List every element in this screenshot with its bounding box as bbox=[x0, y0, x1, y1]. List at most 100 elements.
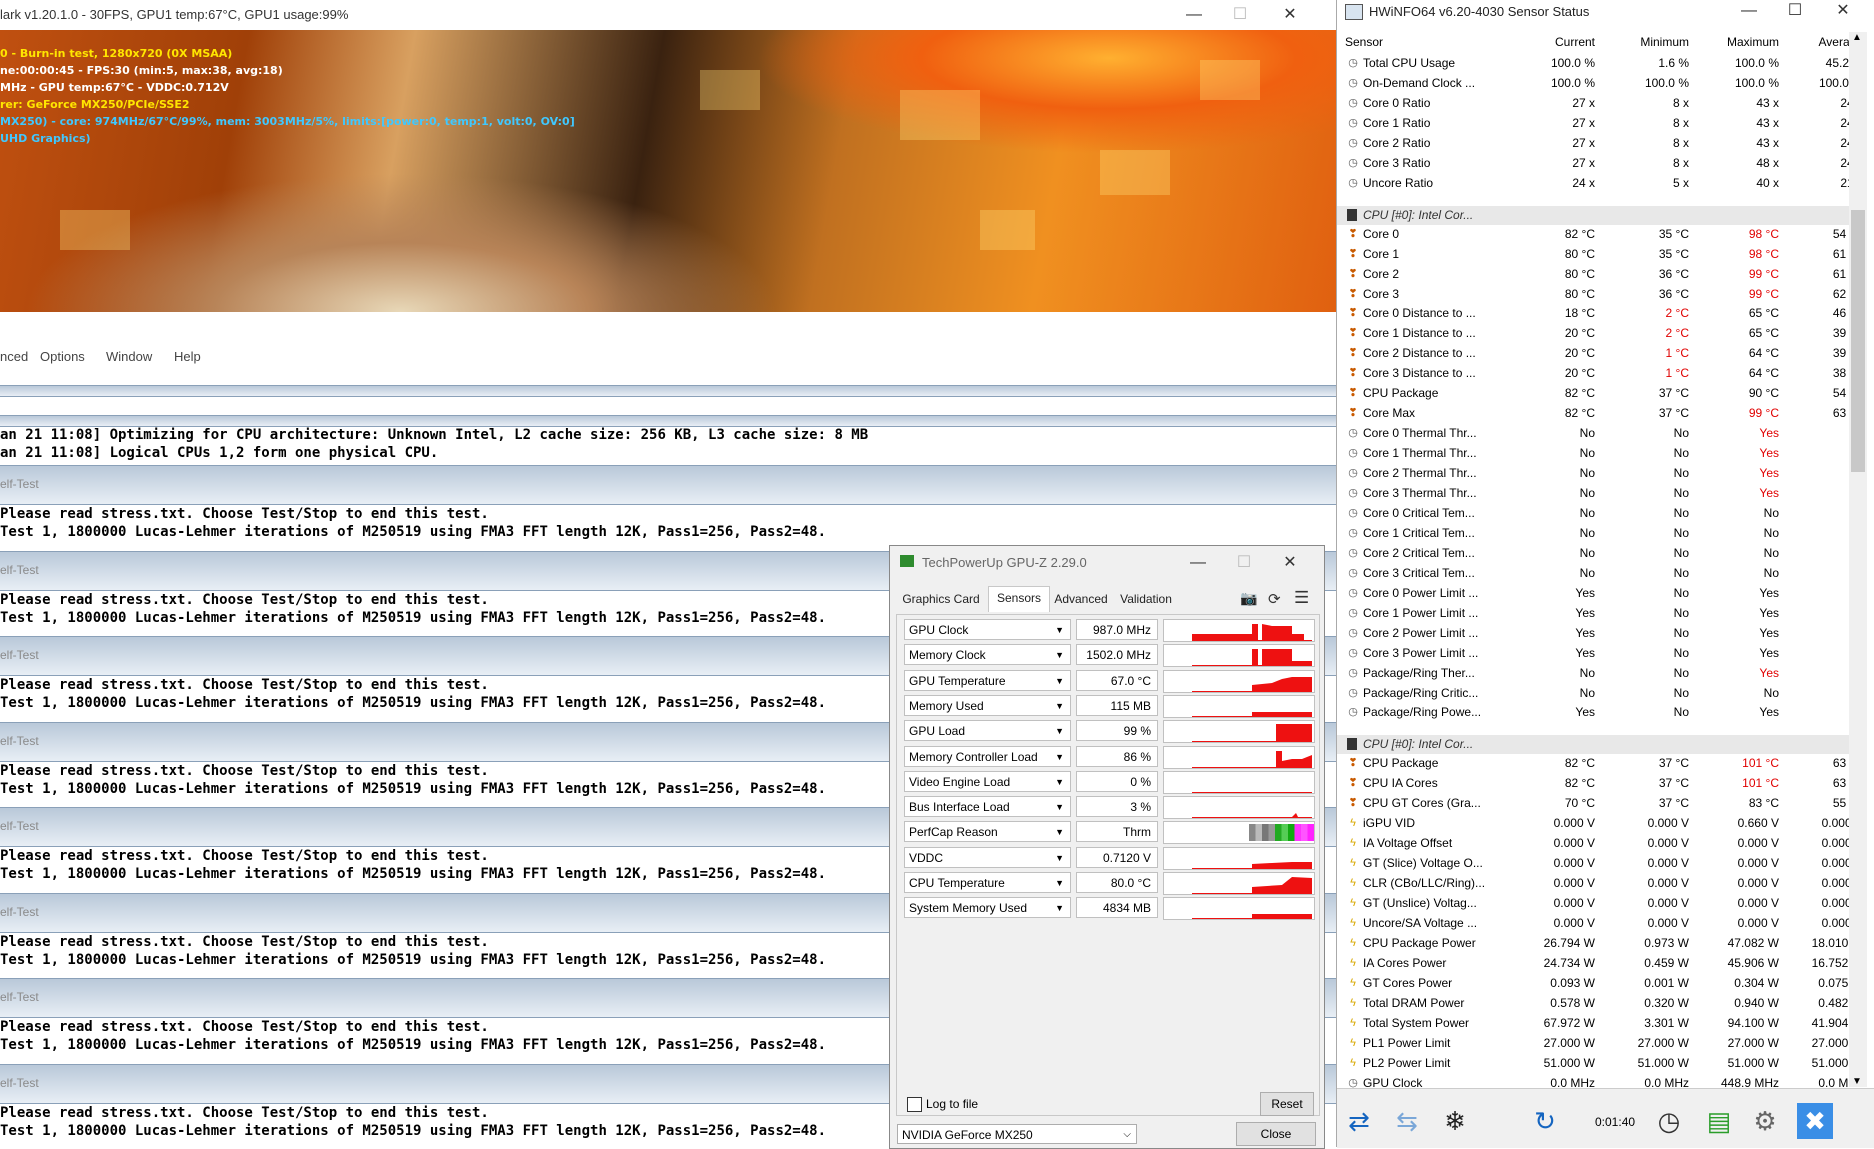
gpuz-minimize-button[interactable]: — bbox=[1184, 552, 1212, 574]
sensor-row[interactable]: ϟ IA Voltage Offset 0.000 V 0.000 V 0.000 V0… bbox=[1337, 834, 1863, 853]
sensor-row[interactable]: ϟ GT Cores Power 0.093 W 0.001 W 0.304 W 0.07… bbox=[1337, 974, 1863, 993]
gpuz-close-button[interactable]: ✕ bbox=[1276, 552, 1304, 574]
sensor-name-select[interactable]: VDDC ▼ bbox=[904, 846, 1071, 868]
sensor-row[interactable]: ◷Core 1 Ratio27 x8 x43 x24 x bbox=[1337, 114, 1863, 133]
tab-advanced[interactable]: Advanced bbox=[1050, 588, 1112, 610]
sensor-row[interactable]: ϟ Uncore/SA Voltage ... 0.000 V 0.000 V 0.00… bbox=[1337, 914, 1863, 933]
col-sensor[interactable]: Sensor bbox=[1345, 35, 1383, 49]
tab-graphics-card[interactable]: Graphics Card bbox=[898, 588, 984, 610]
sensor-row[interactable]: ❣ CPU GT Cores (Gra... 70 °C 37 °C 83 °C 55 °… bbox=[1337, 794, 1863, 813]
clock-icon[interactable]: ◷ bbox=[1651, 1103, 1687, 1139]
gear-icon[interactable]: ⚙ bbox=[1747, 1103, 1783, 1139]
scrollbar-thumb[interactable] bbox=[1851, 210, 1865, 472]
snowflake-icon[interactable]: ❄ bbox=[1437, 1103, 1473, 1139]
sensor-row[interactable]: ❣ CPU IA Cores 82 °C 37 °C 101 °C 63 °C bbox=[1337, 774, 1863, 793]
sensor-row[interactable]: ❣ CPU Package 82 °C 37 °C 90 °C 54 °C bbox=[1337, 384, 1863, 403]
minimize-button[interactable]: — bbox=[1180, 4, 1208, 26]
sensor-row[interactable]: ◷ Package/Ring Ther... No No Yes bbox=[1337, 664, 1857, 683]
sensor-row[interactable]: ❣ Core 1 Distance to ... 20 °C 2 °C 65 °C 39 … bbox=[1337, 324, 1863, 343]
sensor-row[interactable]: ❣ Core 3 80 °C 36 °C 99 °C 62 °C bbox=[1337, 285, 1863, 304]
sensor-row[interactable]: ϟ PL2 Power Limit 51.000 W 51.000 W 51.000 W… bbox=[1337, 1054, 1863, 1073]
sensor-name-select[interactable]: Bus Interface Load ▼ bbox=[904, 796, 1071, 818]
gpuz-maximize-button[interactable]: ☐ bbox=[1230, 552, 1258, 574]
sensor-row[interactable]: ❣ Core 1 80 °C 35 °C 98 °C 61 °C bbox=[1337, 245, 1863, 264]
col-current[interactable]: Current bbox=[1525, 35, 1595, 49]
sensor-name-select[interactable]: Memory Clock ▼ bbox=[904, 644, 1071, 666]
scroll-down-icon[interactable]: ▼ bbox=[1852, 1076, 1862, 1087]
col-maximum[interactable]: Maximum bbox=[1709, 35, 1779, 49]
sensor-row[interactable]: ◷ Core 2 Thermal Thr... No No Yes bbox=[1337, 464, 1857, 483]
col-minimum[interactable]: Minimum bbox=[1619, 35, 1689, 49]
menu-item-nced[interactable]: nced bbox=[0, 349, 28, 364]
sensor-row[interactable]: ◷ Core 3 Power Limit ... Yes No Yes bbox=[1337, 644, 1857, 663]
sensor-row[interactable]: ❣ Core Max 82 °C 37 °C 99 °C 63 °C bbox=[1337, 404, 1863, 423]
sensor-row[interactable]: ϟ Total DRAM Power 0.578 W 0.320 W 0.940 W 0.… bbox=[1337, 994, 1863, 1013]
sensor-group-header[interactable]: CPU [#0]: Intel Cor... bbox=[1337, 735, 1857, 755]
sensor-row[interactable]: ϟ IA Cores Power 24.734 W 0.459 W 45.906 W 16… bbox=[1337, 954, 1863, 973]
arrows-left-right-icon[interactable]: ⇄ bbox=[1341, 1103, 1377, 1139]
scroll-up-icon[interactable]: ▲ bbox=[1852, 32, 1862, 43]
sensor-row[interactable]: ❣ Core 2 Distance to ... 20 °C 1 °C 64 °C 39 … bbox=[1337, 344, 1863, 363]
sensor-row[interactable]: ◷ Core 3 Critical Tem... No No No bbox=[1337, 564, 1857, 583]
menu-item-help[interactable]: Help bbox=[174, 349, 201, 364]
menu-icon[interactable]: ☰ bbox=[1294, 588, 1309, 608]
sensor-row[interactable]: ◷ On-Demand Clock ... 100.0 % 100.0 % 100.0 … bbox=[1337, 74, 1863, 93]
sensor-name-select[interactable]: GPU Clock ▼ bbox=[904, 619, 1071, 640]
collapse-arrows-icon[interactable]: ⇆ bbox=[1389, 1103, 1425, 1139]
sensor-name-select[interactable]: Video Engine Load ▼ bbox=[904, 770, 1071, 792]
reset-button[interactable]: Reset bbox=[1260, 1092, 1314, 1116]
sensor-row[interactable]: ◷Uncore Ratio24 x5 x40 x21 x bbox=[1337, 174, 1863, 193]
sensor-row[interactable]: ◷Core 0 Ratio27 x8 x43 x24 x bbox=[1337, 94, 1863, 113]
sensor-row[interactable]: ◷ Core 1 Critical Tem... No No No bbox=[1337, 524, 1857, 543]
sensor-row[interactable]: ϟ Total System Power 67.972 W 3.301 W 94.100… bbox=[1337, 1014, 1863, 1033]
sensor-row[interactable]: ◷ Package/Ring Critic... No No No bbox=[1337, 684, 1857, 703]
close-icon[interactable]: ✖ bbox=[1797, 1103, 1833, 1139]
sensor-row[interactable]: ϟ GT (Slice) Voltage O... 0.000 V 0.000 V 0.… bbox=[1337, 854, 1863, 873]
sensor-row[interactable]: ◷ Core 1 Thermal Thr... No No Yes bbox=[1337, 444, 1857, 463]
sensor-row[interactable]: ϟ CLR (CBo/LLC/Ring)... 0.000 V 0.000 V 0.00… bbox=[1337, 874, 1863, 893]
hwinfo-scrollbar[interactable]: ▲ ▼ bbox=[1849, 32, 1867, 1087]
sensor-row[interactable]: ϟ CPU Package Power 26.794 W 0.973 W 47.082 … bbox=[1337, 934, 1863, 953]
maximize-button[interactable]: ☐ bbox=[1226, 4, 1254, 26]
sensor-name-select[interactable]: Memory Used ▼ bbox=[904, 694, 1071, 716]
sensor-row[interactable]: ◷ Core 0 Thermal Thr... No No Yes bbox=[1337, 424, 1857, 443]
sensor-row[interactable]: ❣ Core 2 80 °C 36 °C 99 °C 61 °C bbox=[1337, 265, 1863, 284]
close-button[interactable]: ✕ bbox=[1276, 4, 1304, 26]
add-report-icon[interactable]: ▤ bbox=[1701, 1103, 1737, 1139]
sensor-name-select[interactable]: PerfCap Reason ▼ bbox=[904, 821, 1071, 843]
sensor-row[interactable]: ◷ Package/Ring Powe... Yes No Yes bbox=[1337, 703, 1857, 722]
camera-icon[interactable]: 📷 bbox=[1240, 590, 1257, 607]
sensor-row[interactable]: ❣ Core 3 Distance to ... 20 °C 1 °C 64 °C 38 … bbox=[1337, 364, 1863, 383]
sensor-name-select[interactable]: Memory Controller Load ▼ bbox=[904, 745, 1071, 767]
sensor-row[interactable]: ❣ Core 0 82 °C 35 °C 98 °C 54 °C bbox=[1337, 225, 1863, 244]
network-icon[interactable]: ↻ bbox=[1527, 1103, 1563, 1139]
sensor-row[interactable]: ϟ PL1 Power Limit 27.000 W 27.000 W 27.000 W… bbox=[1337, 1034, 1863, 1053]
sensor-name-select[interactable]: CPU Temperature ▼ bbox=[904, 872, 1071, 893]
hwinfo-close-button[interactable]: ✕ bbox=[1829, 0, 1857, 22]
sensor-row[interactable]: ϟ GT (Unslice) Voltag... 0.000 V 0.000 V 0.0… bbox=[1337, 894, 1863, 913]
sensor-name-select[interactable]: GPU Temperature ▼ bbox=[904, 669, 1071, 691]
sensor-row[interactable]: ◷Core 3 Ratio27 x8 x48 x24 x bbox=[1337, 154, 1863, 173]
sensor-row[interactable]: ❣ Core 0 Distance to ... 18 °C 2 °C 65 °C 46 … bbox=[1337, 304, 1863, 323]
hwinfo-minimize-button[interactable]: — bbox=[1735, 0, 1763, 22]
tab-validation[interactable]: Validation bbox=[1114, 588, 1178, 610]
sensor-row[interactable]: ◷ Core 2 Critical Tem... No No No bbox=[1337, 544, 1857, 563]
sensor-row[interactable]: ◷Core 2 Ratio27 x8 x43 x24 x bbox=[1337, 134, 1863, 153]
hwinfo-maximize-button[interactable]: ☐ bbox=[1781, 0, 1809, 22]
device-select[interactable]: NVIDIA GeForce MX250 ⌵ bbox=[897, 1124, 1137, 1144]
sensor-row[interactable]: ◷ Core 2 Power Limit ... Yes No Yes bbox=[1337, 624, 1857, 643]
sensor-row[interactable]: ◷ Core 0 Power Limit ... Yes No Yes bbox=[1337, 584, 1857, 603]
menu-item-options[interactable]: Options bbox=[40, 349, 85, 364]
sensor-group-header[interactable]: CPU [#0]: Intel Cor... bbox=[1337, 205, 1857, 225]
sensor-row[interactable]: ϟ iGPU VID 0.000 V 0.000 V 0.660 V 0.000 V bbox=[1337, 814, 1863, 833]
sensor-row[interactable]: ◷ Core 1 Power Limit ... Yes No Yes bbox=[1337, 604, 1857, 623]
log-to-file-checkbox[interactable] bbox=[907, 1097, 922, 1112]
sensor-name-select[interactable]: GPU Load ▼ bbox=[904, 720, 1071, 742]
sensor-row[interactable]: ❣ CPU Package 82 °C 37 °C 101 °C 63 °C bbox=[1337, 754, 1863, 773]
close-gpuz-button[interactable]: Close bbox=[1236, 1122, 1316, 1146]
sensor-row[interactable]: ◷ Core 0 Critical Tem... No No No bbox=[1337, 504, 1857, 523]
refresh-icon[interactable]: ⟳ bbox=[1268, 590, 1281, 608]
sensor-row[interactable]: ◷ Core 3 Thermal Thr... No No Yes bbox=[1337, 484, 1857, 503]
menu-item-window[interactable]: Window bbox=[106, 349, 152, 364]
sensor-name-select[interactable]: System Memory Used ▼ bbox=[904, 897, 1071, 919]
